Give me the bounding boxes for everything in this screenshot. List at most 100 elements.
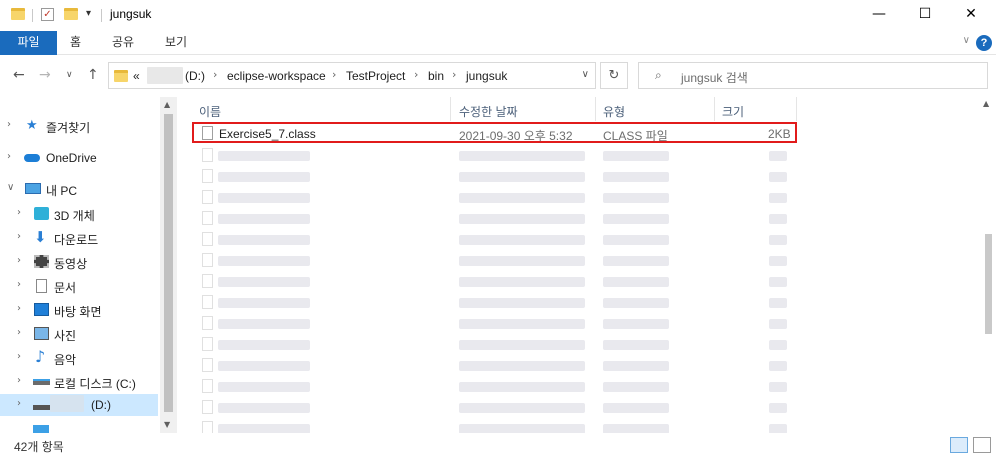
blurred-name bbox=[218, 340, 310, 350]
column-divider[interactable] bbox=[595, 97, 596, 121]
blurred-name bbox=[218, 382, 310, 392]
expand-arrow-icon[interactable]: › bbox=[7, 151, 11, 162]
breadcrumb-jungsuk[interactable]: jungsuk bbox=[466, 69, 507, 83]
scrollbar-thumb[interactable] bbox=[985, 234, 992, 334]
nav-item-desktop[interactable]: › 바탕 화면 bbox=[0, 299, 158, 321]
table-row[interactable] bbox=[192, 187, 797, 208]
nav-item-onedrive[interactable]: › OneDrive bbox=[0, 147, 158, 169]
nav-item-pictures[interactable]: › 사진 bbox=[0, 323, 158, 345]
blurred-name bbox=[218, 193, 310, 203]
table-row[interactable] bbox=[192, 376, 797, 397]
expand-arrow-icon[interactable]: › bbox=[17, 327, 21, 338]
breadcrumb-separator[interactable]: › bbox=[213, 68, 217, 81]
maximize-button[interactable]: ☐ bbox=[902, 0, 948, 31]
blurred-type bbox=[603, 235, 669, 245]
expand-arrow-icon[interactable]: › bbox=[17, 231, 21, 242]
expand-arrow-icon[interactable]: › bbox=[17, 255, 21, 266]
column-header-name[interactable]: 이름 bbox=[199, 103, 221, 120]
table-row[interactable] bbox=[192, 334, 797, 355]
address-bar[interactable]: « (D:) › eclipse-workspace › TestProject… bbox=[108, 62, 596, 89]
address-dropdown-icon[interactable]: ∨ bbox=[582, 69, 589, 80]
nav-item-drive-d[interactable]: › (D:) bbox=[0, 394, 158, 416]
blurred-date bbox=[459, 382, 585, 392]
back-arrow-icon[interactable]: ← bbox=[13, 67, 25, 83]
breadcrumb-bin[interactable]: bin bbox=[428, 69, 444, 83]
expand-arrow-icon[interactable]: › bbox=[7, 119, 11, 130]
table-row[interactable] bbox=[192, 166, 797, 187]
nav-item-music[interactable]: › ♪ 음악 bbox=[0, 347, 158, 369]
new-folder-icon[interactable] bbox=[64, 8, 78, 20]
breadcrumb-separator[interactable]: › bbox=[332, 68, 336, 81]
table-row[interactable] bbox=[192, 271, 797, 292]
expand-arrow-icon[interactable]: › bbox=[17, 279, 21, 290]
blurred-size bbox=[769, 403, 787, 413]
close-button[interactable]: ✕ bbox=[948, 0, 994, 31]
table-row[interactable] bbox=[192, 313, 797, 334]
breadcrumb-overflow[interactable]: « bbox=[133, 69, 140, 83]
tab-share[interactable]: 공유 bbox=[100, 31, 146, 55]
expand-arrow-icon[interactable]: › bbox=[17, 207, 21, 218]
help-button[interactable]: ? bbox=[976, 35, 992, 51]
table-row[interactable] bbox=[192, 145, 797, 166]
table-row[interactable] bbox=[192, 355, 797, 376]
tab-file[interactable]: 파일 bbox=[0, 31, 57, 55]
tab-home[interactable]: 홈 bbox=[58, 31, 93, 55]
refresh-button[interactable]: ↻ bbox=[600, 62, 628, 89]
table-row[interactable]: Exercise5_7.class 2021-09-30 오후 5:32 CLA… bbox=[192, 122, 797, 143]
nav-label: 다운로드 bbox=[54, 233, 99, 247]
nav-item-local-disk-c[interactable]: › 로컬 디스크 (C:) bbox=[0, 371, 158, 393]
nav-item-network[interactable] bbox=[0, 419, 158, 433]
table-row[interactable] bbox=[192, 250, 797, 271]
column-divider[interactable] bbox=[450, 97, 451, 121]
file-list-scrollbar[interactable]: ▲ bbox=[979, 97, 996, 433]
nav-item-this-pc[interactable]: ∨ 내 PC bbox=[0, 178, 158, 200]
table-row[interactable] bbox=[192, 292, 797, 313]
blurred-type bbox=[603, 256, 669, 266]
scroll-down-icon[interactable]: ▼ bbox=[164, 420, 170, 429]
table-row[interactable] bbox=[192, 229, 797, 250]
properties-icon[interactable]: ✓ bbox=[41, 8, 54, 21]
nav-item-3d-objects[interactable]: › 3D 개체 bbox=[0, 203, 158, 225]
scroll-up-icon[interactable]: ▲ bbox=[164, 100, 170, 109]
column-header-type[interactable]: 유형 bbox=[603, 103, 625, 120]
expand-arrow-icon[interactable]: › bbox=[17, 303, 21, 314]
forward-arrow-icon[interactable]: → bbox=[39, 67, 51, 83]
breadcrumb-separator[interactable]: › bbox=[414, 68, 418, 81]
column-header-size[interactable]: 크기 bbox=[722, 103, 744, 120]
collapse-arrow-icon[interactable]: ∨ bbox=[7, 182, 14, 193]
breadcrumb-drive[interactable]: (D:) bbox=[185, 69, 205, 83]
nav-item-videos[interactable]: › 동영상 bbox=[0, 251, 158, 273]
breadcrumb-separator[interactable]: › bbox=[452, 68, 456, 81]
nav-scrollbar[interactable]: ▲ ▼ bbox=[160, 97, 177, 433]
search-input[interactable]: ⌕ jungsuk 검색 bbox=[638, 62, 988, 89]
expand-ribbon-icon[interactable]: ∨ bbox=[963, 35, 970, 46]
expand-arrow-icon[interactable]: › bbox=[17, 398, 21, 409]
breadcrumb-testproject[interactable]: TestProject bbox=[346, 69, 405, 83]
blurred-size bbox=[769, 277, 787, 287]
scroll-up-icon[interactable]: ▲ bbox=[983, 99, 989, 108]
scrollbar-thumb[interactable] bbox=[164, 114, 173, 412]
column-header-modified[interactable]: 수정한 날짜 bbox=[459, 103, 518, 120]
minimize-button[interactable]: — bbox=[856, 0, 902, 31]
expand-arrow-icon[interactable]: › bbox=[17, 351, 21, 362]
blurred-name bbox=[218, 424, 310, 433]
details-view-icon[interactable] bbox=[950, 437, 968, 453]
table-row[interactable] bbox=[192, 418, 797, 433]
file-name: Exercise5_7.class bbox=[219, 127, 316, 141]
nav-label: (D:) bbox=[91, 398, 111, 412]
tab-view[interactable]: 보기 bbox=[153, 31, 199, 55]
nav-item-downloads[interactable]: › ⬇ 다운로드 bbox=[0, 227, 158, 249]
expand-arrow-icon[interactable]: › bbox=[17, 375, 21, 386]
large-icons-view-icon[interactable] bbox=[973, 437, 991, 453]
nav-item-documents[interactable]: › 문서 bbox=[0, 275, 158, 297]
table-row[interactable] bbox=[192, 397, 797, 418]
quick-access-dropdown-icon[interactable]: ▾ bbox=[86, 8, 91, 19]
nav-label: 문서 bbox=[54, 281, 77, 295]
table-row[interactable] bbox=[192, 208, 797, 229]
recent-locations-icon[interactable]: ∨ bbox=[66, 70, 73, 80]
column-divider[interactable] bbox=[796, 97, 797, 121]
nav-item-quick-access[interactable]: › ★ 즐겨찾기 bbox=[0, 115, 158, 137]
column-divider[interactable] bbox=[714, 97, 715, 121]
breadcrumb-eclipse-workspace[interactable]: eclipse-workspace bbox=[227, 69, 326, 83]
up-arrow-icon[interactable]: ↑ bbox=[87, 67, 99, 83]
